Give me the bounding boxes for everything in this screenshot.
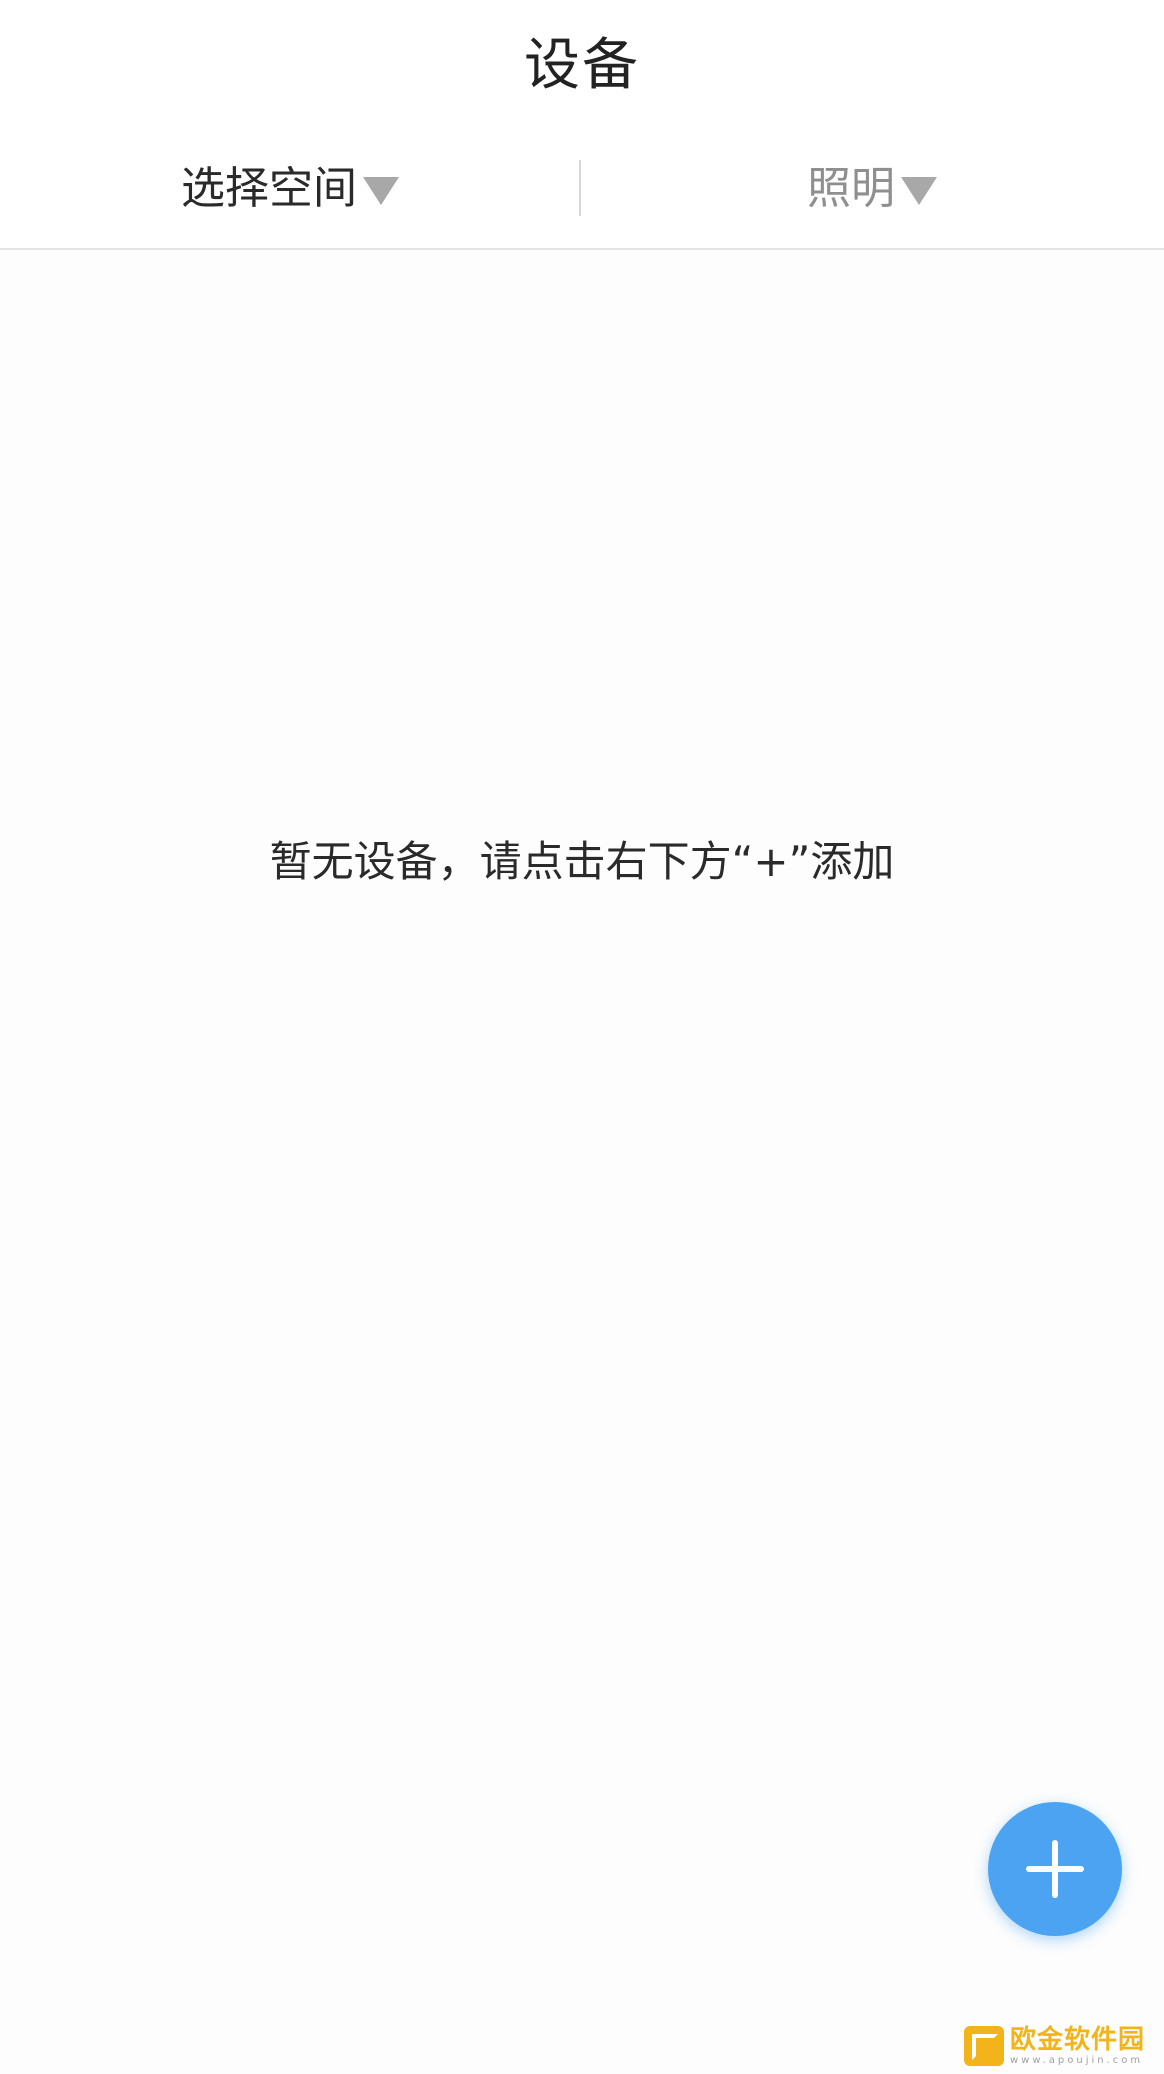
- category-filter-label: 照明: [807, 163, 895, 214]
- add-device-button[interactable]: [988, 1802, 1122, 1936]
- header: 设备: [0, 0, 1164, 130]
- space-filter-label: 选择空间: [181, 163, 357, 214]
- caret-down-icon: [901, 177, 937, 205]
- watermark-url: www.apoujin.com: [1010, 2055, 1144, 2066]
- space-filter-dropdown[interactable]: 选择空间: [0, 130, 580, 248]
- filter-divider: [579, 160, 581, 216]
- watermark-text: 欧金软件园: [1010, 2025, 1146, 2055]
- caret-down-icon: [363, 177, 399, 205]
- watermark: 欧金软件园 www.apoujin.com: [964, 2022, 1160, 2070]
- plus-icon: [988, 1802, 1122, 1936]
- watermark-logo-icon: [964, 2026, 1004, 2066]
- page-title: 设备: [524, 33, 640, 98]
- empty-state-message: 暂无设备，请点击右下方“+”添加: [269, 837, 895, 886]
- filter-bar: 选择空间 照明: [0, 130, 1164, 250]
- watermark-text-group: 欧金软件园 www.apoujin.com: [1010, 2025, 1145, 2067]
- category-filter-dropdown[interactable]: 照明: [582, 130, 1162, 248]
- devices-screen: 设备 选择空间 照明 暂无设备，请点击右下方“+”添加 欧金软件园 www.ap…: [0, 0, 1164, 2074]
- device-list-area: 暂无设备，请点击右下方“+”添加: [0, 250, 1164, 2074]
